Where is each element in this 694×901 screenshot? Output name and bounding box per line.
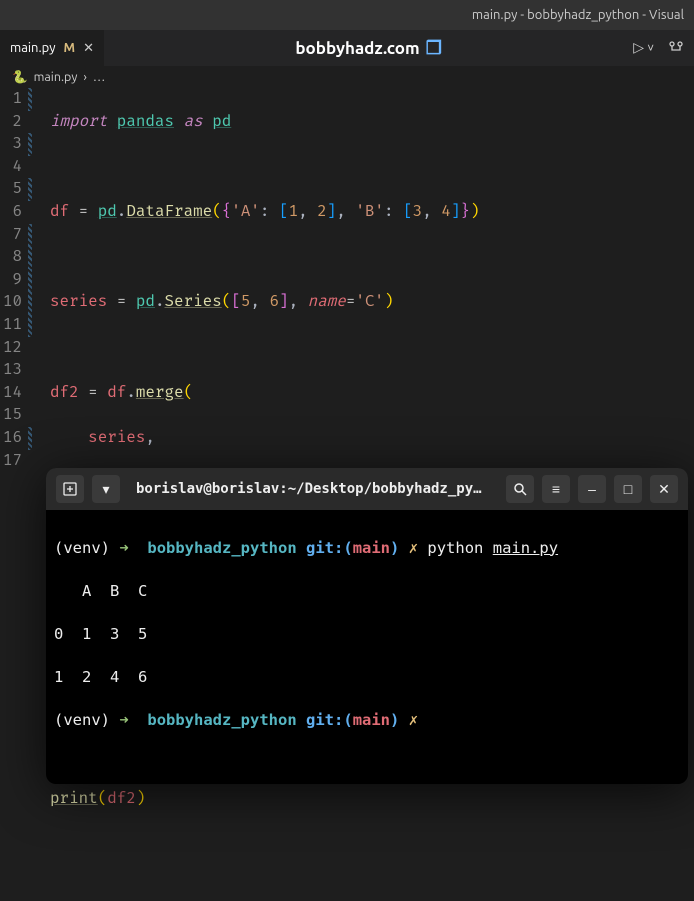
code-content[interactable]: import pandas as pd df = pd.DataFrame({'… <box>32 88 479 478</box>
chevron-down-icon[interactable]: ▾ <box>92 475 120 503</box>
menu-icon[interactable]: ≡ <box>542 475 570 503</box>
terminal-title: borislav@borislav:~/Desktop/bobbyhadz_py… <box>128 481 498 497</box>
maximize-icon[interactable]: □ <box>614 475 642 503</box>
minimize-icon[interactable]: – <box>578 475 606 503</box>
terminal-line: 1 2 4 6 <box>54 667 680 689</box>
run-icon[interactable]: ▷ ˅ <box>633 39 654 58</box>
tab-bar: main.py M ✕ bobbyhadz.com ❒ ▷ ˅ <box>0 30 694 66</box>
gutter-decoration <box>28 88 32 478</box>
terminal-header[interactable]: ▾ borislav@borislav:~/Desktop/bobbyhadz_… <box>46 468 688 510</box>
search-icon[interactable] <box>506 475 534 503</box>
tab-main-py[interactable]: main.py M ✕ <box>0 30 104 66</box>
breadcrumb-file: main.py <box>34 70 78 84</box>
tab-modified-indicator: M <box>64 41 76 55</box>
close-icon[interactable]: ✕ <box>83 41 94 56</box>
breadcrumb-separator: › <box>83 70 87 84</box>
terminal-line: A B C <box>54 581 680 603</box>
window-titlebar: main.py - bobbyhadz_python - Visual <box>0 0 694 30</box>
terminal-new-tab-icon[interactable] <box>56 475 84 503</box>
close-icon[interactable]: ✕ <box>650 475 678 503</box>
tab-filename: main.py <box>10 41 56 55</box>
terminal-window: ▾ borislav@borislav:~/Desktop/bobbyhadz_… <box>46 468 688 784</box>
compare-icon[interactable] <box>668 39 684 58</box>
terminal-line: (venv) ➜ bobbyhadz_python git:(main) ✗ <box>54 710 680 732</box>
code-editor[interactable]: 1 2 3 4 5 6 7 8 9 10 11 12 13 14 15 16 1… <box>0 88 694 478</box>
window-title: main.py - bobbyhadz_python - Visual <box>472 8 684 22</box>
line-number-gutter: 1 2 3 4 5 6 7 8 9 10 11 12 13 14 15 16 1… <box>0 88 28 478</box>
terminal-line: (venv) ➜ bobbyhadz_python git:(main) ✗ p… <box>54 538 680 560</box>
terminal-body[interactable]: (venv) ➜ bobbyhadz_python git:(main) ✗ p… <box>46 510 688 784</box>
python-file-icon: 🐍 <box>12 70 28 85</box>
cube-icon: ❒ <box>426 38 442 59</box>
breadcrumb-more: … <box>93 70 105 84</box>
terminal-line: 0 1 3 5 <box>54 624 680 646</box>
editor-center-title: bobbyhadz.com ❒ <box>295 38 441 59</box>
breadcrumb[interactable]: 🐍 main.py › … <box>0 66 694 88</box>
